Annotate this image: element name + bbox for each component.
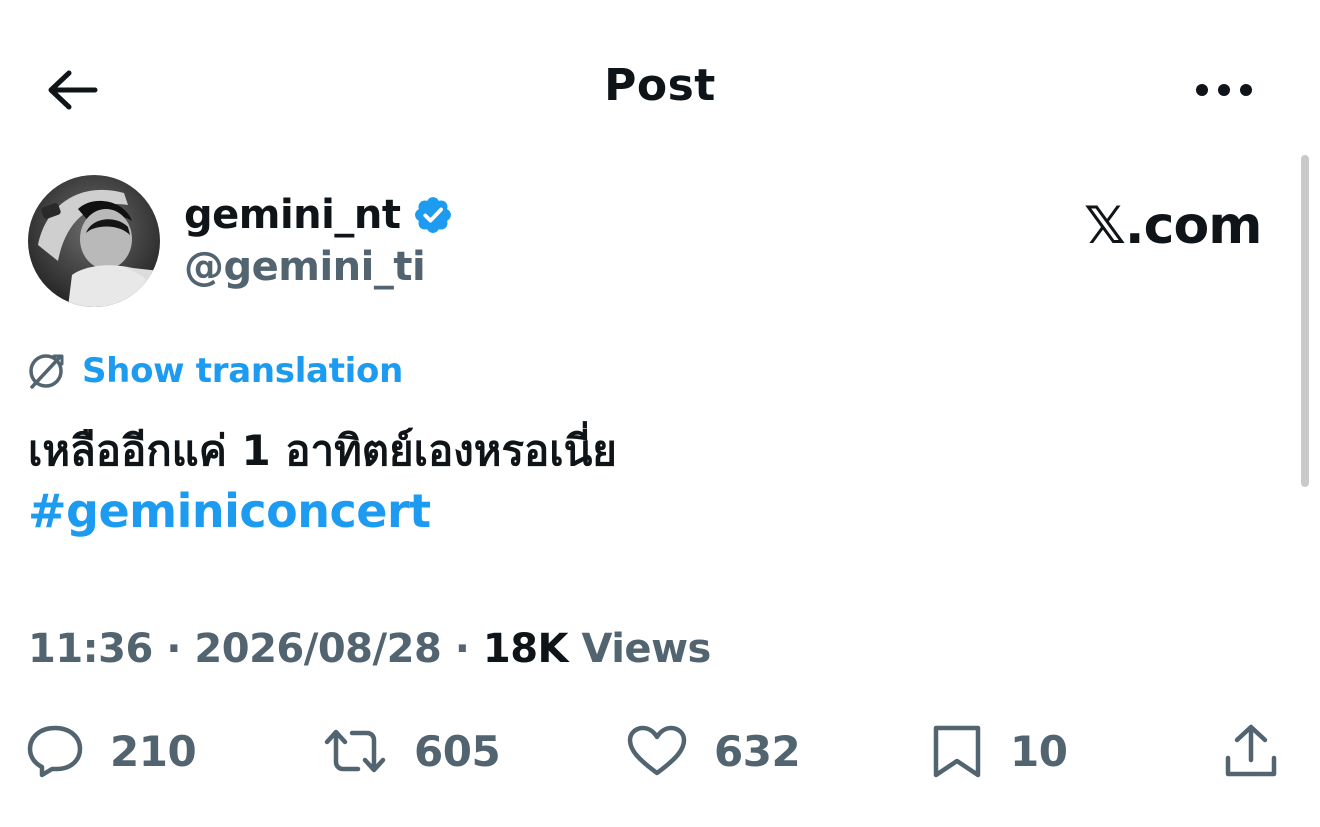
page-title: Post xyxy=(0,60,1320,111)
share-button[interactable] xyxy=(1222,720,1280,782)
more-options-button[interactable] xyxy=(1188,62,1260,118)
show-translation-label: Show translation xyxy=(82,351,403,391)
views-label[interactable]: Views xyxy=(581,626,711,672)
globe-icon xyxy=(29,354,64,389)
hashtag-link[interactable]: #geminiconcert xyxy=(28,484,431,538)
avatar-image xyxy=(28,175,160,307)
bookmark-count: 10 xyxy=(1010,726,1068,776)
more-horizontal-icon xyxy=(1196,84,1252,96)
meta-separator: · xyxy=(166,626,181,672)
avatar[interactable] xyxy=(28,175,160,307)
site-brand: 𝕏 .com xyxy=(1084,196,1262,256)
site-domain-text: .com xyxy=(1124,196,1262,256)
user-handle[interactable]: @gemini_ti xyxy=(184,244,426,290)
repost-button[interactable]: 605 xyxy=(322,720,501,782)
reply-icon xyxy=(27,725,83,778)
share-icon xyxy=(1225,724,1277,777)
post-date[interactable]: 2026/08/28 xyxy=(194,626,441,672)
like-count: 632 xyxy=(714,726,801,776)
scrollbar[interactable] xyxy=(1301,155,1309,487)
views-count[interactable]: 18K xyxy=(483,626,569,672)
meta-separator: · xyxy=(454,626,470,672)
like-button[interactable]: 632 xyxy=(626,720,801,782)
arrow-left-icon xyxy=(48,70,98,110)
display-name-row: gemini_nt xyxy=(184,190,454,240)
heart-icon xyxy=(627,725,687,776)
bookmark-button[interactable]: 10 xyxy=(930,720,1068,782)
repost-count: 605 xyxy=(414,726,501,776)
reply-button[interactable]: 210 xyxy=(26,720,197,782)
post-time[interactable]: 11:36 xyxy=(28,626,153,672)
display-name[interactable]: gemini_nt xyxy=(184,192,401,238)
reply-count: 210 xyxy=(110,726,197,776)
repost-icon xyxy=(324,729,386,773)
x-logo-icon: 𝕏 xyxy=(1084,196,1126,256)
show-translation-button[interactable]: Show translation xyxy=(26,348,403,394)
post-meta: 11:36 · 2026/08/28 · 18K Views xyxy=(28,626,711,672)
page-title-text: Post xyxy=(604,60,716,111)
back-button[interactable] xyxy=(40,62,104,118)
post-text: เหลืออีกแค่ 1 อาทิตย์เองหรอเนี่ย xyxy=(28,426,617,475)
bookmark-icon xyxy=(933,725,981,778)
verified-badge-icon[interactable] xyxy=(412,194,454,236)
